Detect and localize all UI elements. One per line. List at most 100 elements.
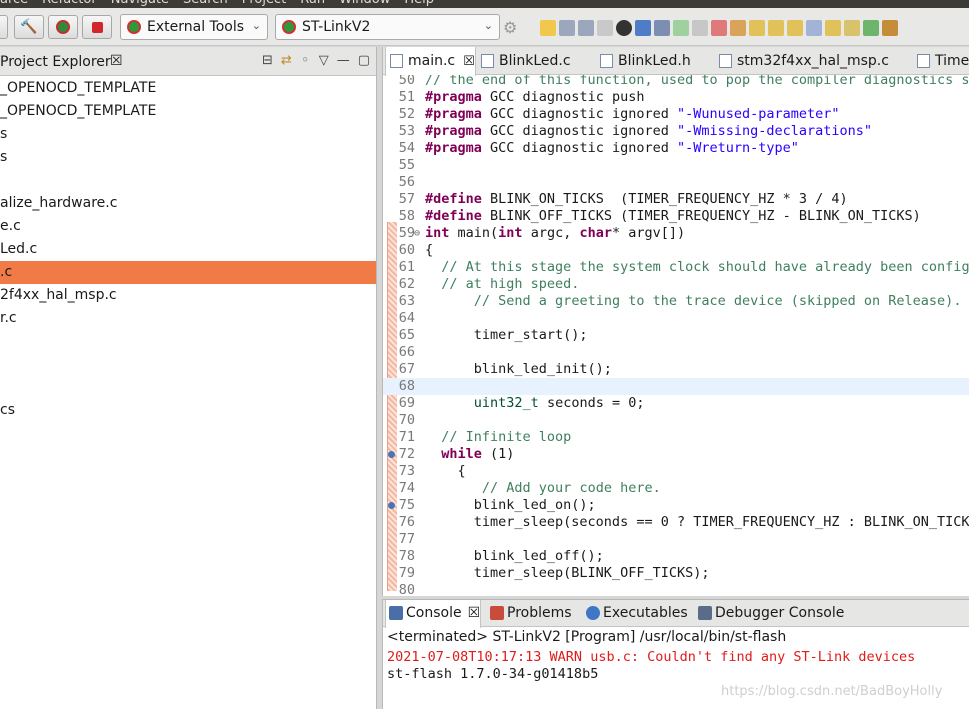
code-line: 73 {: [383, 463, 969, 480]
line-number: 79: [398, 565, 415, 581]
build-button[interactable]: 🔨: [14, 15, 44, 39]
step-over-icon[interactable]: [768, 20, 784, 36]
console-tab[interactable]: Executables: [583, 600, 688, 627]
close-icon[interactable]: ☒: [110, 53, 123, 69]
close-icon[interactable]: ☒: [463, 54, 475, 69]
editor-tab[interactable]: stm32f4xx_hal_msp.c: [715, 47, 889, 75]
debug-button[interactable]: [48, 15, 78, 39]
tree-item[interactable]: r.c: [0, 307, 376, 330]
breakpoint-icon[interactable]: [388, 502, 395, 509]
refresh-icon[interactable]: [863, 20, 879, 36]
console-tab-label: Debugger Console: [715, 605, 845, 621]
executables-icon: [586, 606, 600, 620]
skip-icon[interactable]: [654, 20, 670, 36]
tree-item[interactable]: s: [0, 146, 376, 169]
tree-item[interactable]: [0, 169, 376, 192]
editor-tabs: main.c ☒ BlinkLed.c BlinkLed.h stm32f4xx_hal…: [383, 47, 969, 76]
resume-icon[interactable]: [673, 20, 689, 36]
filter-icon[interactable]: ⚬: [300, 53, 311, 68]
fold-icon[interactable]: ⊖: [414, 225, 420, 242]
console-version-line: st-flash 1.7.0-34-g01418b5: [387, 666, 599, 682]
code-line: 72 while (1): [383, 446, 969, 463]
menu-bar: arce Refactor Navigate Search Project Run Wind…: [0, 0, 969, 8]
tree-item[interactable]: s: [0, 123, 376, 146]
gear-icon[interactable]: ⚙: [503, 18, 517, 37]
launch-config-icon: [282, 20, 296, 34]
menu-item[interactable]: Refactor: [42, 0, 97, 7]
console-icon[interactable]: [635, 20, 651, 36]
code-area[interactable]: 50 // the end of this function, used to p…: [383, 75, 969, 596]
view-controls: ⊟ ⇄ ⚬ ▽ — ▢: [262, 53, 370, 68]
menu-item[interactable]: Window: [339, 0, 390, 7]
launch-config-combo[interactable]: ST-LinkV2 ⌄: [275, 14, 500, 40]
terminate-icon[interactable]: [711, 20, 727, 36]
drop-frame-icon[interactable]: [825, 20, 841, 36]
breakpoint-icon[interactable]: [388, 451, 395, 458]
menu-item[interactable]: arce: [0, 0, 28, 7]
console-tab[interactable]: Console ☒: [385, 600, 482, 628]
editor-tab[interactable]: BlinkLed.c: [477, 47, 571, 75]
editor-tab-label: Timer: [935, 53, 969, 69]
watermark: https://blog.csdn.net/BadBoyHolly: [721, 684, 943, 699]
view-menu-icon[interactable]: ▽: [319, 53, 329, 68]
terminate-button[interactable]: [82, 15, 112, 39]
line-number: 61: [398, 259, 415, 275]
code-line: 60 {: [383, 242, 969, 259]
suspend-icon[interactable]: [692, 20, 708, 36]
minimize-icon[interactable]: —: [337, 53, 350, 68]
console-tab[interactable]: Problems: [487, 600, 572, 627]
c-file-icon: [719, 54, 732, 68]
disconnect-icon[interactable]: [730, 20, 746, 36]
instruction-step-icon[interactable]: [806, 20, 822, 36]
step-return-icon[interactable]: [787, 20, 803, 36]
console-icon: [389, 606, 403, 620]
tree-item[interactable]: [0, 376, 376, 399]
line-text: #define BLINK_ON_TICKS (TIMER_FREQUENCY_…: [425, 191, 848, 207]
tree-item[interactable]: alize_hardware.c: [0, 192, 376, 215]
tree-item[interactable]: [0, 330, 376, 353]
save-icon[interactable]: [559, 20, 575, 36]
line-text: #pragma GCC diagnostic ignored "-Wreturn…: [425, 140, 799, 156]
package-icon[interactable]: [882, 20, 898, 36]
collapse-all-icon[interactable]: ⊟: [262, 53, 273, 68]
toolbar-button-clipped[interactable]: [0, 15, 8, 39]
menu-item[interactable]: Run: [300, 0, 325, 7]
restart-icon[interactable]: [844, 20, 860, 36]
person-icon[interactable]: [616, 20, 632, 36]
code-line: 70: [383, 412, 969, 429]
external-tools-combo[interactable]: External Tools ⌄: [120, 14, 268, 40]
line-text: // at high speed.: [441, 276, 580, 292]
tree-item[interactable]: _OPENOCD_TEMPLATE: [0, 77, 376, 100]
link-editor-icon[interactable]: ⇄: [281, 53, 292, 68]
close-icon[interactable]: ☒: [468, 605, 481, 621]
editor-tab[interactable]: BlinkLed.h: [596, 47, 691, 75]
new-icon[interactable]: [540, 20, 556, 36]
menu-item[interactable]: Help: [404, 0, 434, 7]
step-into-icon[interactable]: [749, 20, 765, 36]
hammer-icon: 🔨: [20, 19, 38, 35]
menu-item[interactable]: Search: [183, 0, 228, 7]
line-number: 52: [398, 106, 415, 122]
line-number: 55: [398, 157, 415, 173]
menu-item[interactable]: Project: [242, 0, 286, 7]
external-tools-icon: [127, 20, 141, 34]
tree-item[interactable]: Led.c: [0, 238, 376, 261]
tree-item[interactable]: _OPENOCD_TEMPLATE: [0, 100, 376, 123]
menu-item[interactable]: Navigate: [111, 0, 169, 7]
line-number: 65: [398, 327, 415, 343]
line-text: #pragma GCC diagnostic ignored "-Wunused…: [425, 106, 840, 122]
editor-tab[interactable]: Timer: [913, 47, 969, 75]
binary-icon[interactable]: [597, 20, 613, 36]
tree-item[interactable]: 2f4xx_hal_msp.c: [0, 284, 376, 307]
line-text: {: [425, 242, 434, 258]
code-line: 65 timer_start();: [383, 327, 969, 344]
console-tab[interactable]: Debugger Console: [695, 600, 844, 627]
tree-item[interactable]: cs: [0, 399, 376, 422]
tree-item[interactable]: e.c: [0, 215, 376, 238]
save-all-icon[interactable]: [578, 20, 594, 36]
tree-item[interactable]: [0, 353, 376, 376]
maximize-icon[interactable]: ▢: [358, 53, 370, 68]
tree-item[interactable]: .c: [0, 261, 376, 284]
editor-tab[interactable]: main.c ☒: [385, 47, 476, 76]
line-number: 71: [398, 429, 415, 445]
